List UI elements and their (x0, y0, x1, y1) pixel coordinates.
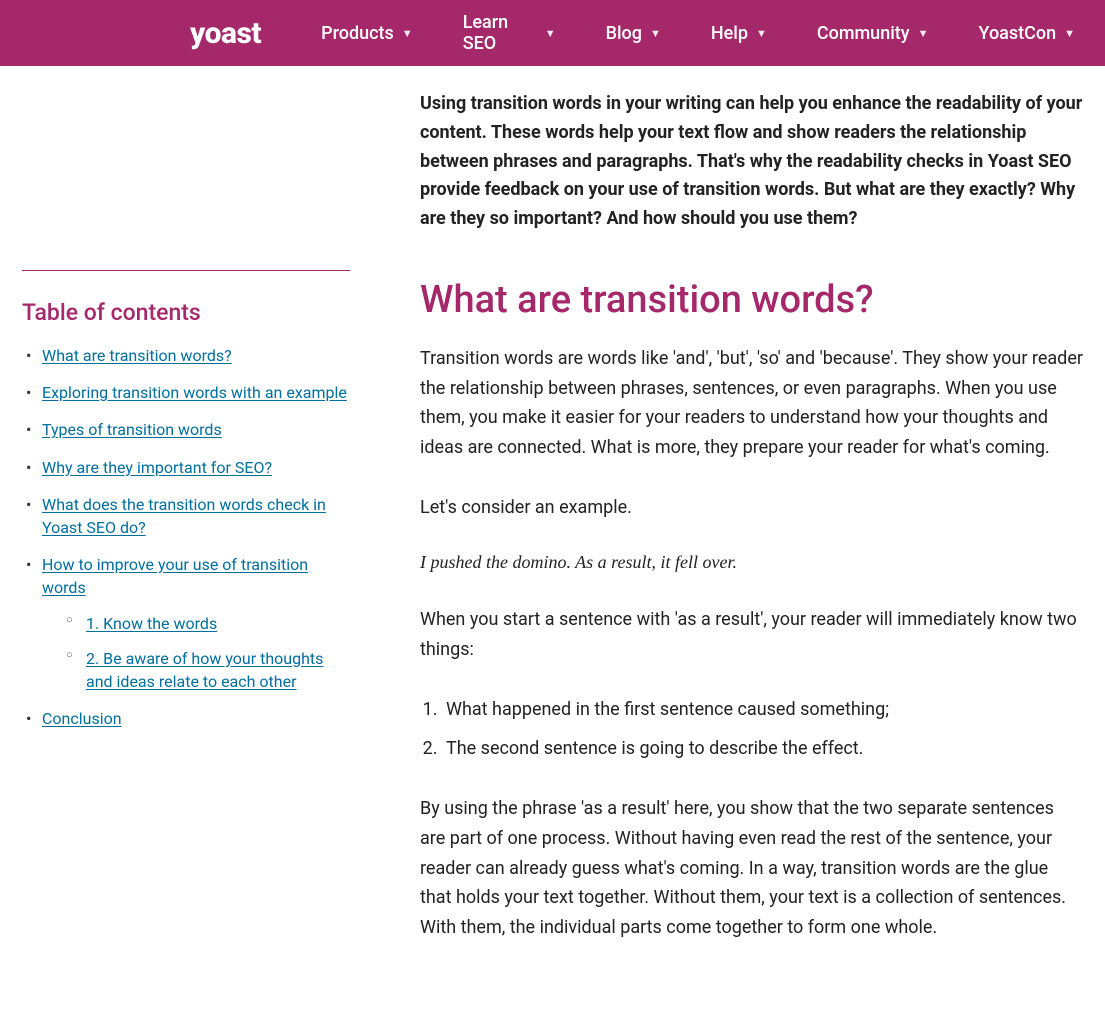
toc-item: Conclusion (22, 707, 350, 730)
brand-logo[interactable]: yoast (190, 16, 261, 51)
nav-products[interactable]: Products ▼ (321, 12, 413, 54)
toc-item: How to improve your use of transition wo… (22, 553, 350, 693)
primary-nav: Products ▼ Learn SEO ▼ Blog ▼ Help ▼ Com… (321, 12, 1075, 54)
toc-link-know-words[interactable]: 1. Know the words (86, 614, 217, 633)
toc-link-improve[interactable]: How to improve your use of transition wo… (42, 555, 308, 597)
site-header: yoast Products ▼ Learn SEO ▼ Blog ▼ Help… (0, 0, 1105, 66)
toc-sidebar: Table of contents What are transition wo… (22, 90, 350, 973)
paragraph: By using the phrase 'as a result' here, … (420, 794, 1083, 942)
page-container: Table of contents What are transition wo… (0, 66, 1105, 1013)
toc-link-be-aware[interactable]: 2. Be aware of how your thoughts and ide… (86, 649, 323, 691)
list-item: The second sentence is going to describe… (442, 734, 1083, 764)
nav-label: Learn SEO (463, 12, 537, 54)
nav-label: YoastCon (979, 23, 1057, 44)
toc-item: What are transition words? (22, 344, 350, 367)
chevron-down-icon: ▼ (650, 27, 661, 40)
chevron-down-icon: ▼ (545, 27, 556, 40)
chevron-down-icon: ▼ (1064, 27, 1075, 40)
nav-label: Products (321, 23, 394, 44)
paragraph: Transition words are words like 'and', '… (420, 344, 1083, 463)
chevron-down-icon: ▼ (402, 27, 413, 40)
nav-yoastcon[interactable]: YoastCon ▼ (979, 12, 1075, 54)
toc-heading: Table of contents (22, 299, 350, 326)
toc-divider (22, 270, 350, 271)
nav-label: Help (711, 23, 748, 44)
chevron-down-icon: ▼ (756, 27, 767, 40)
toc-item: Why are they important for SEO? (22, 456, 350, 479)
toc-link-conclusion[interactable]: Conclusion (42, 709, 122, 728)
nav-blog[interactable]: Blog ▼ (606, 12, 661, 54)
intro-paragraph: Using transition words in your writing c… (420, 90, 1083, 234)
numbered-list: What happened in the first sentence caus… (420, 695, 1083, 764)
toc-link-why-seo[interactable]: Why are they important for SEO? (42, 458, 272, 477)
toc-link-types[interactable]: Types of transition words (42, 420, 222, 439)
example-sentence: I pushed the domino. As a result, it fel… (420, 552, 1083, 573)
paragraph: When you start a sentence with 'as a res… (420, 605, 1083, 664)
toc-sublist: 1. Know the words 2. Be aware of how you… (42, 612, 350, 694)
toc-link-exploring[interactable]: Exploring transition words with an examp… (42, 383, 347, 402)
section-heading: What are transition words? (420, 278, 1083, 322)
nav-label: Blog (606, 23, 642, 44)
toc-item: Types of transition words (22, 418, 350, 441)
nav-community[interactable]: Community ▼ (817, 12, 929, 54)
toc-item: What does the transition words check in … (22, 493, 350, 539)
toc-link-check[interactable]: What does the transition words check in … (42, 495, 326, 537)
paragraph: Let's consider an example. (420, 493, 1083, 523)
toc-link-what-are[interactable]: What are transition words? (42, 346, 232, 365)
nav-label: Community (817, 23, 910, 44)
chevron-down-icon: ▼ (918, 27, 929, 40)
nav-learn-seo[interactable]: Learn SEO ▼ (463, 12, 556, 54)
article-body: Using transition words in your writing c… (420, 90, 1083, 973)
list-item: What happened in the first sentence caus… (442, 695, 1083, 725)
toc-item: Exploring transition words with an examp… (22, 381, 350, 404)
toc-subitem: 1. Know the words (66, 612, 350, 635)
toc-subitem: 2. Be aware of how your thoughts and ide… (66, 647, 350, 693)
nav-help[interactable]: Help ▼ (711, 12, 767, 54)
toc-list: What are transition words? Exploring tra… (22, 344, 350, 730)
